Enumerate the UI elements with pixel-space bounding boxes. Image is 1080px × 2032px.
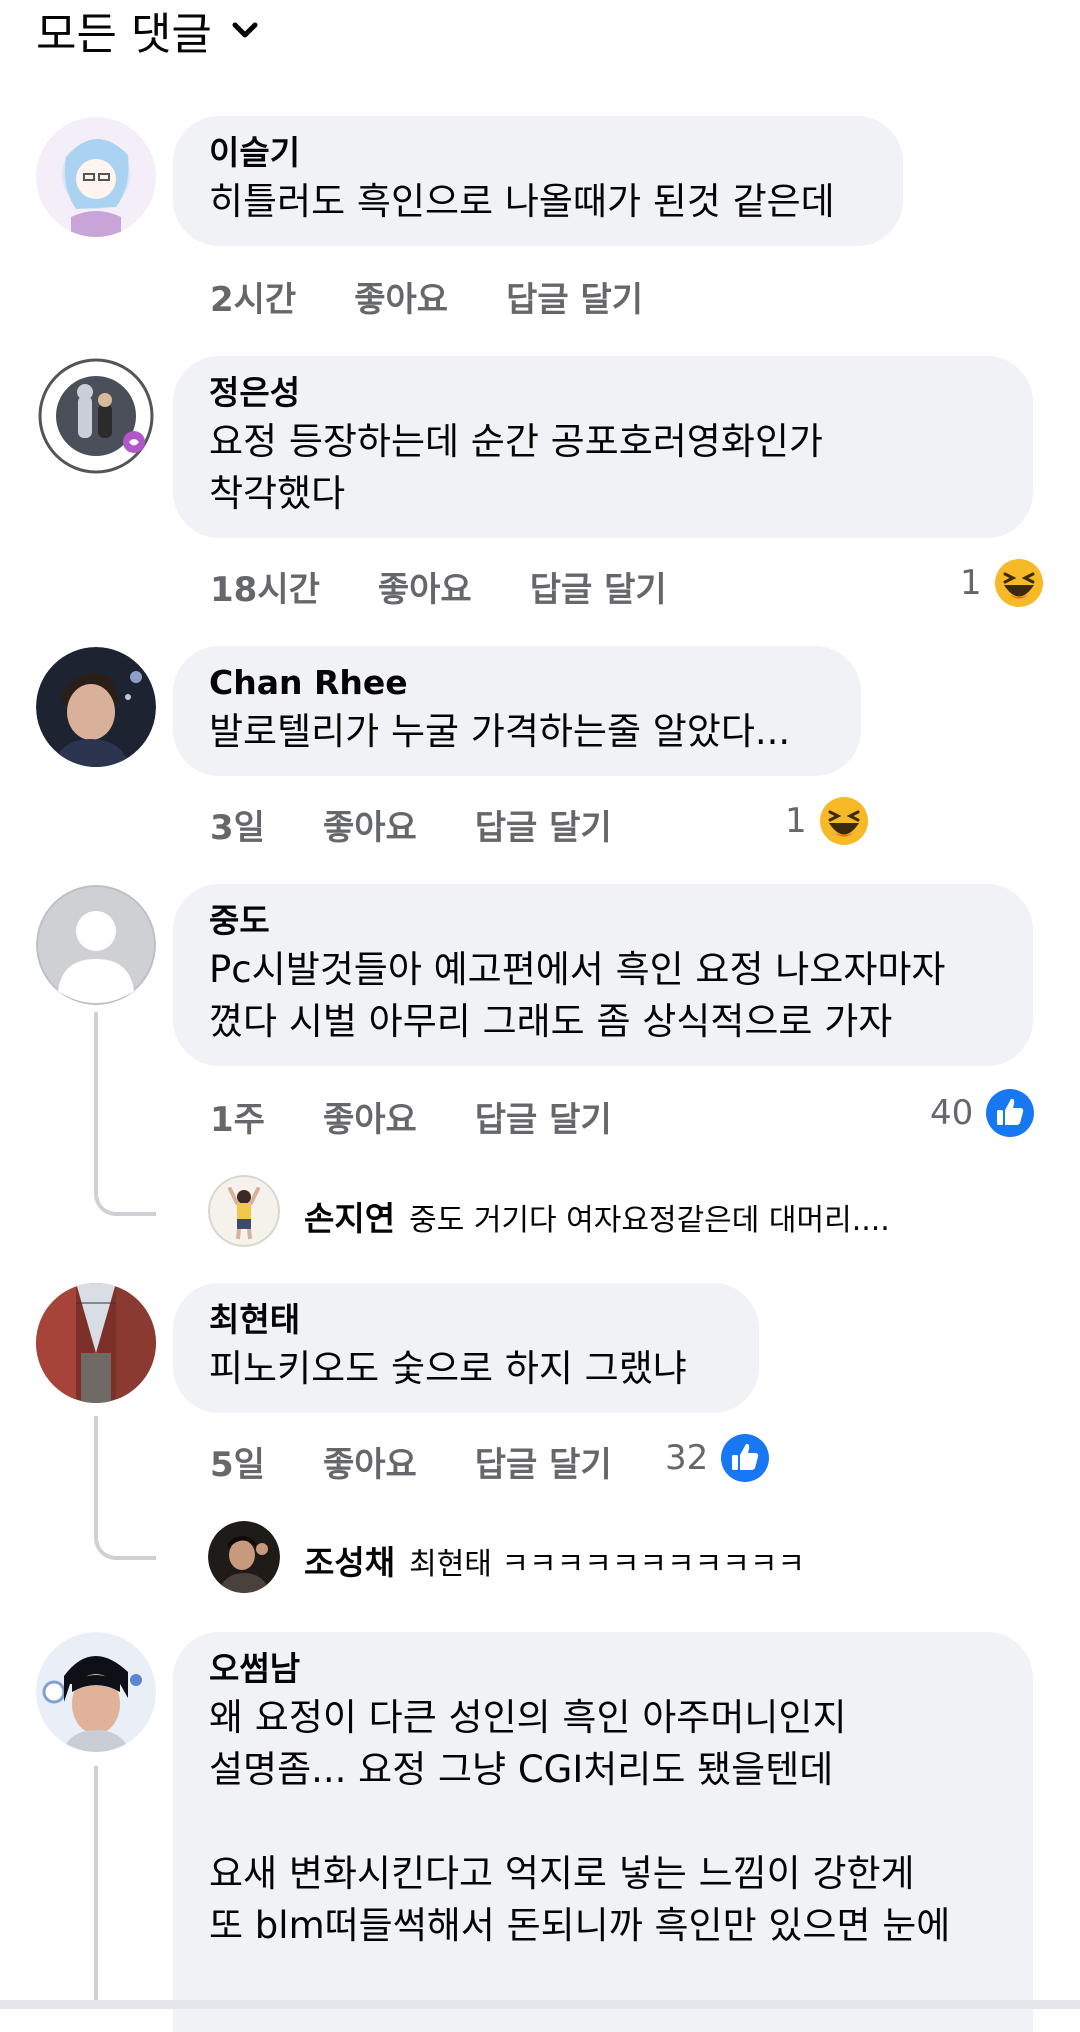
reply-author[interactable]: 손지연 bbox=[304, 1192, 395, 1240]
comment-bubble: 최현태 피노키오도 숯으로 하지 그랬냐 bbox=[173, 1283, 759, 1413]
comment-text: Pc시발것들아 예고편에서 흑인 요정 나오자마자 꼈다 시벌 아무리 그래도 … bbox=[209, 948, 946, 1043]
reply-button[interactable]: 답글 달기 bbox=[475, 1092, 612, 1141]
avatar[interactable] bbox=[208, 1521, 280, 1593]
like-button[interactable]: 좋아요 bbox=[354, 272, 448, 321]
comments-filter-label: 모든 댓글 bbox=[36, 9, 212, 60]
comment-time[interactable]: 1주 bbox=[210, 1092, 265, 1141]
comment-actions: 5일 좋아요 답글 달기 bbox=[210, 1437, 670, 1486]
like-icon bbox=[986, 1089, 1035, 1137]
comment-time[interactable]: 5일 bbox=[210, 1437, 265, 1486]
like-icon bbox=[721, 1434, 770, 1482]
reply-preview[interactable]: 조성채 최현태 ㅋㅋㅋㅋㅋㅋㅋㅋㅋㅋㅋ bbox=[304, 1536, 805, 1584]
reaction-count: 1 bbox=[785, 801, 807, 841]
comment-bubble: 중도 Pc시발것들아 예고편에서 흑인 요정 나오자마자 꼈다 시벌 아무리 그… bbox=[173, 884, 1033, 1066]
comment-actions: 2시간 좋아요 답글 달기 bbox=[210, 272, 701, 321]
reply-button[interactable]: 답글 달기 bbox=[475, 1437, 612, 1486]
like-button[interactable]: 좋아요 bbox=[323, 1092, 417, 1141]
avatar[interactable] bbox=[208, 1175, 280, 1247]
comment-author[interactable]: Chan Rhee bbox=[209, 660, 825, 706]
scroll-edge bbox=[0, 2000, 1080, 2009]
comment-bubble: Chan Rhee 발로텔리가 누굴 가격하는줄 알았다... bbox=[173, 646, 861, 776]
comment-text: 왜 요정이 다큰 성인의 흑인 아주머니인지 설명좀... 요정 그냥 CGI처… bbox=[209, 1696, 951, 1947]
reaction-summary[interactable]: 1 bbox=[785, 796, 869, 846]
comment-text: 히틀러도 흑인으로 나올때가 된것 같은데 bbox=[209, 180, 835, 223]
reply-preview[interactable]: 손지연 중도 거기다 여자요정같은데 대머리.... bbox=[304, 1192, 890, 1240]
haha-icon bbox=[819, 797, 868, 845]
reply-text: 중도 거기다 여자요정같은데 대머리.... bbox=[409, 1203, 890, 1238]
reply-button[interactable]: 답글 달기 bbox=[475, 800, 612, 849]
comment-actions: 3일 좋아요 답글 달기 bbox=[210, 800, 670, 849]
reaction-summary[interactable]: 32 bbox=[665, 1433, 770, 1483]
avatar[interactable] bbox=[36, 356, 156, 476]
like-button[interactable]: 좋아요 bbox=[323, 1437, 417, 1486]
comment-time[interactable]: 2시간 bbox=[210, 272, 296, 321]
comments-filter-dropdown[interactable]: 모든 댓글 bbox=[36, 0, 260, 60]
avatar[interactable] bbox=[36, 1632, 156, 1752]
haha-icon bbox=[994, 559, 1043, 607]
like-button[interactable]: 좋아요 bbox=[323, 800, 417, 849]
comment-bubble: 정은성 요정 등장하는데 순간 공포호러영화인가 착각했다 bbox=[173, 356, 1033, 538]
comment-bubble: 오썸남 왜 요정이 다큰 성인의 흑인 아주머니인지 설명좀... 요정 그냥 … bbox=[173, 1632, 1033, 2032]
comment-time[interactable]: 3일 bbox=[210, 800, 265, 849]
reaction-summary[interactable]: 1 bbox=[960, 558, 1044, 608]
reply-author[interactable]: 조성채 bbox=[304, 1536, 395, 1584]
comment-actions: 18시간 좋아요 답글 달기 bbox=[210, 562, 725, 611]
avatar[interactable] bbox=[36, 1283, 156, 1403]
comment-text: 발로텔리가 누굴 가격하는줄 알았다... bbox=[209, 710, 791, 753]
reply-text: 최현태 ㅋㅋㅋㅋㅋㅋㅋㅋㅋㅋㅋ bbox=[409, 1547, 806, 1582]
thread-connector bbox=[94, 1012, 156, 1216]
thread-connector bbox=[94, 1766, 156, 2006]
comment-author[interactable]: 중도 bbox=[209, 898, 997, 944]
thread-connector bbox=[94, 1416, 156, 1560]
comment-author[interactable]: 오썸남 bbox=[209, 1646, 997, 1692]
default-avatar[interactable] bbox=[36, 885, 156, 1005]
comment-author[interactable]: 정은성 bbox=[209, 370, 997, 416]
reaction-summary[interactable]: 40 bbox=[930, 1088, 1035, 1138]
comment-text: 요정 등장하는데 순간 공포호러영화인가 착각했다 bbox=[209, 420, 823, 515]
comment-author[interactable]: 이슬기 bbox=[209, 130, 867, 176]
reaction-count: 40 bbox=[930, 1093, 974, 1133]
chevron-down-icon bbox=[232, 22, 258, 38]
comment-text: 피노키오도 숯으로 하지 그랬냐 bbox=[209, 1347, 687, 1390]
comment-time[interactable]: 18시간 bbox=[210, 562, 320, 611]
comment-author[interactable]: 최현태 bbox=[209, 1297, 723, 1343]
like-button[interactable]: 좋아요 bbox=[378, 562, 472, 611]
avatar[interactable] bbox=[36, 647, 156, 767]
reaction-count: 32 bbox=[665, 1438, 709, 1478]
reply-button[interactable]: 답글 달기 bbox=[506, 272, 643, 321]
comment-bubble: 이슬기 히틀러도 흑인으로 나올때가 된것 같은데 bbox=[173, 116, 903, 246]
reply-button[interactable]: 답글 달기 bbox=[530, 562, 667, 611]
avatar[interactable] bbox=[36, 117, 156, 237]
reaction-count: 1 bbox=[960, 563, 982, 603]
comment-actions: 1주 좋아요 답글 달기 bbox=[210, 1092, 670, 1141]
